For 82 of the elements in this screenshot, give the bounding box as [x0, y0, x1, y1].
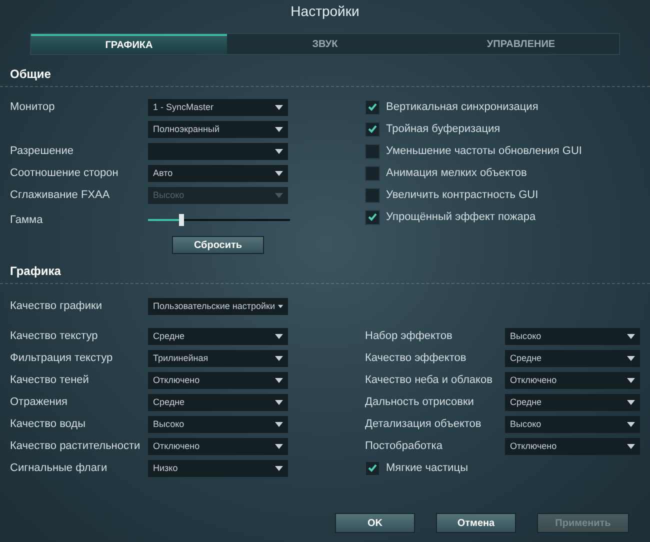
checkmark-icon — [368, 103, 377, 111]
caret-icon — [275, 444, 283, 448]
setting-label: Качество неба и облаков — [365, 374, 494, 386]
dropdown[interactable]: Средне — [505, 350, 640, 366]
setting-label: Детализация объектов — [365, 418, 482, 430]
tab[interactable]: ЗВУК — [227, 34, 423, 54]
dropdown[interactable]: Трилинейная — [148, 350, 288, 366]
setting-label: Сигнальные флаги — [10, 462, 108, 474]
checkbox-label: Мягкие частицы — [386, 462, 468, 474]
caret-icon — [275, 422, 283, 426]
section-heading: Графика — [10, 264, 62, 278]
caret-icon — [275, 148, 283, 154]
window-title: Настройки — [290, 2, 360, 21]
checkbox[interactable] — [365, 100, 380, 114]
setting-label: Качество текстур — [10, 330, 99, 342]
dropdown[interactable]: Отключено — [505, 438, 640, 454]
checkbox-label: Вертикальная синхронизация — [386, 101, 538, 113]
setting-label: Фильтрация текстур — [10, 352, 114, 364]
checkbox[interactable] — [365, 460, 380, 476]
caret-icon — [627, 400, 635, 404]
dropdown[interactable]: Высоко — [148, 416, 288, 432]
checkbox[interactable] — [365, 210, 380, 224]
dropdown[interactable]: Отключено — [148, 372, 288, 388]
dropdown[interactable]: Полноэкранный — [148, 120, 288, 138]
caret-icon — [627, 444, 635, 448]
checkmark-icon — [368, 125, 377, 133]
dropdown[interactable]: 1 - SyncMaster — [148, 98, 288, 116]
setting-label: Соотношение сторон — [10, 167, 120, 179]
dialog-button[interactable]: Отмена — [436, 513, 516, 533]
caret-icon — [275, 334, 283, 338]
checkbox[interactable] — [365, 188, 380, 202]
dropdown[interactable]: Средне — [148, 328, 288, 344]
setting-label: Гамма — [10, 214, 44, 226]
dropdown[interactable]: Высоко — [505, 416, 640, 432]
dialog-button[interactable]: OK — [335, 513, 415, 533]
setting-label: Качество растительности — [10, 440, 142, 452]
checkbox-label: Уменьшение частоты обновления GUI — [386, 145, 582, 157]
setting-label: Качество воды — [10, 418, 86, 430]
setting-label: Набор эффектов — [365, 330, 454, 342]
dropdown[interactable]: Отключено — [505, 372, 640, 388]
setting-label: Качество эффектов — [365, 352, 468, 364]
dropdown[interactable]: Средне — [148, 394, 288, 410]
caret-icon — [275, 192, 283, 198]
dropdown[interactable]: Авто — [148, 164, 288, 182]
setting-label: Разрешение — [10, 145, 75, 157]
caret-icon — [275, 400, 283, 404]
caret-icon — [275, 378, 283, 382]
setting-label: Постобработка — [365, 440, 444, 452]
setting-label: Монитор — [10, 101, 56, 113]
tab[interactable]: ГРАФИКА — [31, 34, 227, 54]
caret-icon — [627, 378, 635, 382]
checkbox-label: Анимация мелких объектов — [386, 167, 527, 179]
setting-label: Качество теней — [10, 374, 90, 386]
dropdown[interactable]: Средне — [505, 394, 640, 410]
checkbox[interactable] — [365, 166, 380, 180]
checkmark-icon — [368, 213, 377, 221]
checkbox-label: Тройная буферизация — [386, 123, 500, 135]
checkbox-label: Увеличить контрастность GUI — [386, 189, 538, 201]
checkbox[interactable] — [365, 144, 380, 158]
caret-icon — [275, 356, 283, 360]
dropdown[interactable]: Отключено — [148, 438, 288, 454]
caret-icon — [275, 170, 283, 176]
caret-icon — [278, 304, 283, 308]
checkbox-label: Упрощённый эффект пожара — [386, 211, 536, 223]
dropdown[interactable]: Высоко — [505, 328, 640, 344]
checkmark-icon — [368, 464, 377, 472]
caret-icon — [627, 334, 635, 338]
dropdown[interactable]: Пользовательские настройки — [148, 298, 288, 314]
caret-icon — [627, 422, 635, 426]
setting-label: Дальность отрисовки — [365, 396, 475, 408]
dropdown[interactable]: Низко — [148, 460, 288, 476]
tab[interactable]: УПРАВЛЕНИЕ — [423, 34, 619, 54]
reset-button[interactable]: Сбросить — [172, 236, 264, 254]
section-heading: Общие — [10, 67, 52, 81]
caret-icon — [275, 466, 283, 470]
setting-label: Отражения — [10, 396, 68, 408]
caret-icon — [275, 126, 283, 132]
checkbox[interactable] — [365, 122, 380, 136]
caret-icon — [627, 356, 635, 360]
caret-icon — [275, 104, 283, 110]
setting-label: Качество графики — [10, 300, 103, 312]
setting-label: Сглаживание FXAA — [10, 189, 111, 201]
